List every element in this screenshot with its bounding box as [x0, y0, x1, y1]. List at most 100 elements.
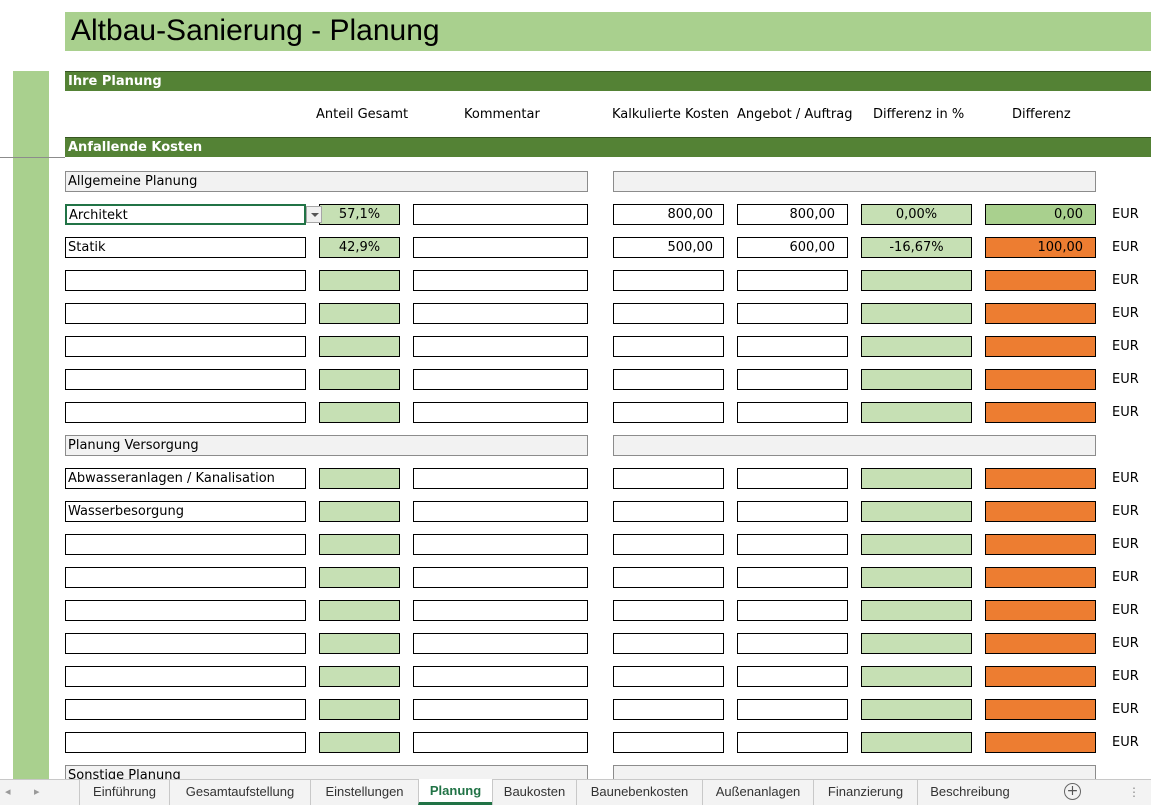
- anteil-cell[interactable]: [319, 633, 400, 654]
- anteil-cell[interactable]: [319, 303, 400, 324]
- kalkulierte-kosten-cell[interactable]: [613, 303, 724, 324]
- angebot-cell[interactable]: [737, 732, 848, 753]
- kommentar-cell[interactable]: [413, 237, 588, 258]
- differenz-cell[interactable]: 0,00: [985, 204, 1096, 225]
- sheet-tab[interactable]: Außenanlagen: [702, 780, 813, 805]
- angebot-cell[interactable]: 800,00: [737, 204, 848, 225]
- anteil-cell[interactable]: [319, 600, 400, 621]
- differenz-cell[interactable]: [985, 402, 1096, 423]
- angebot-cell[interactable]: [737, 468, 848, 489]
- differenz-prozent-cell[interactable]: [861, 501, 972, 522]
- tab-scroll-left-icon[interactable]: ◂: [5, 785, 11, 798]
- kalkulierte-kosten-cell[interactable]: [613, 369, 724, 390]
- sheet-tab[interactable]: Gesamtaufstellung: [169, 780, 310, 805]
- differenz-cell[interactable]: 100,00: [985, 237, 1096, 258]
- angebot-cell[interactable]: [737, 666, 848, 687]
- angebot-cell[interactable]: [737, 369, 848, 390]
- kommentar-cell[interactable]: [413, 501, 588, 522]
- kalkulierte-kosten-cell[interactable]: 500,00: [613, 237, 724, 258]
- angebot-cell[interactable]: [737, 534, 848, 555]
- cost-item-cell[interactable]: Wasserbesorgung: [65, 501, 306, 522]
- differenz-prozent-cell[interactable]: [861, 732, 972, 753]
- anteil-cell[interactable]: [319, 369, 400, 390]
- category-label[interactable]: Planung Versorgung: [65, 435, 588, 456]
- angebot-cell[interactable]: [737, 600, 848, 621]
- cost-item-cell[interactable]: Architekt: [65, 204, 306, 225]
- kommentar-cell[interactable]: [413, 336, 588, 357]
- anteil-cell[interactable]: [319, 732, 400, 753]
- anteil-cell[interactable]: [319, 567, 400, 588]
- sheet-tab[interactable]: Planung: [418, 779, 492, 805]
- more-tabs-icon[interactable]: ⋮: [1128, 785, 1140, 799]
- differenz-cell[interactable]: [985, 633, 1096, 654]
- anteil-cell[interactable]: [319, 402, 400, 423]
- cost-item-cell[interactable]: Statik: [65, 237, 306, 258]
- cost-item-cell[interactable]: [65, 303, 306, 324]
- kommentar-cell[interactable]: [413, 567, 588, 588]
- sheet-tab[interactable]: Beschreibung: [917, 780, 1022, 805]
- sheet-tab[interactable]: Finanzierung: [813, 780, 917, 805]
- sheet-tab[interactable]: Baunebenkosten: [576, 780, 702, 805]
- differenz-prozent-cell[interactable]: [861, 270, 972, 291]
- dropdown-chevron-down-icon[interactable]: [306, 206, 322, 223]
- cost-item-cell[interactable]: [65, 633, 306, 654]
- angebot-cell[interactable]: [737, 303, 848, 324]
- kommentar-cell[interactable]: [413, 369, 588, 390]
- differenz-cell[interactable]: [985, 336, 1096, 357]
- kommentar-cell[interactable]: [413, 600, 588, 621]
- anteil-cell[interactable]: 42,9%: [319, 237, 400, 258]
- sheet-tab[interactable]: Baukosten: [492, 780, 576, 805]
- angebot-cell[interactable]: [737, 501, 848, 522]
- kommentar-cell[interactable]: [413, 666, 588, 687]
- sheet-tab[interactable]: Einführung: [79, 780, 169, 805]
- sheet-tab[interactable]: Einstellungen: [310, 780, 418, 805]
- kalkulierte-kosten-cell[interactable]: 800,00: [613, 204, 724, 225]
- tab-scroll-right-icon[interactable]: ▸: [34, 785, 40, 798]
- kalkulierte-kosten-cell[interactable]: [613, 534, 724, 555]
- kommentar-cell[interactable]: [413, 402, 588, 423]
- differenz-prozent-cell[interactable]: [861, 369, 972, 390]
- differenz-cell[interactable]: [985, 567, 1096, 588]
- differenz-cell[interactable]: [985, 600, 1096, 621]
- differenz-prozent-cell[interactable]: [861, 699, 972, 720]
- angebot-cell[interactable]: [737, 402, 848, 423]
- kommentar-cell[interactable]: [413, 699, 588, 720]
- kalkulierte-kosten-cell[interactable]: [613, 336, 724, 357]
- anteil-cell[interactable]: [319, 699, 400, 720]
- cost-item-cell[interactable]: [65, 534, 306, 555]
- cost-item-cell[interactable]: [65, 699, 306, 720]
- kalkulierte-kosten-cell[interactable]: [613, 699, 724, 720]
- differenz-cell[interactable]: [985, 501, 1096, 522]
- kalkulierte-kosten-cell[interactable]: [613, 501, 724, 522]
- anteil-cell[interactable]: [319, 270, 400, 291]
- cost-item-cell[interactable]: Abwasseranlagen / Kanalisation: [65, 468, 306, 489]
- category-label[interactable]: Allgemeine Planung: [65, 171, 588, 192]
- kommentar-cell[interactable]: [413, 204, 588, 225]
- differenz-prozent-cell[interactable]: 0,00%: [861, 204, 972, 225]
- angebot-cell[interactable]: [737, 336, 848, 357]
- kalkulierte-kosten-cell[interactable]: [613, 732, 724, 753]
- differenz-cell[interactable]: [985, 303, 1096, 324]
- differenz-prozent-cell[interactable]: [861, 402, 972, 423]
- anteil-cell[interactable]: [319, 336, 400, 357]
- kalkulierte-kosten-cell[interactable]: [613, 666, 724, 687]
- angebot-cell[interactable]: [737, 270, 848, 291]
- cost-item-cell[interactable]: [65, 600, 306, 621]
- cost-item-cell[interactable]: [65, 369, 306, 390]
- cost-item-cell[interactable]: [65, 567, 306, 588]
- cost-item-cell[interactable]: [65, 666, 306, 687]
- cost-item-cell[interactable]: [65, 402, 306, 423]
- differenz-prozent-cell[interactable]: [861, 468, 972, 489]
- differenz-cell[interactable]: [985, 666, 1096, 687]
- kommentar-cell[interactable]: [413, 633, 588, 654]
- differenz-cell[interactable]: [985, 369, 1096, 390]
- differenz-cell[interactable]: [985, 270, 1096, 291]
- differenz-cell[interactable]: [985, 699, 1096, 720]
- add-sheet-icon[interactable]: +: [1064, 783, 1081, 800]
- differenz-prozent-cell[interactable]: [861, 567, 972, 588]
- anteil-cell[interactable]: [319, 534, 400, 555]
- kalkulierte-kosten-cell[interactable]: [613, 633, 724, 654]
- kalkulierte-kosten-cell[interactable]: [613, 600, 724, 621]
- anteil-cell[interactable]: [319, 468, 400, 489]
- differenz-prozent-cell[interactable]: [861, 534, 972, 555]
